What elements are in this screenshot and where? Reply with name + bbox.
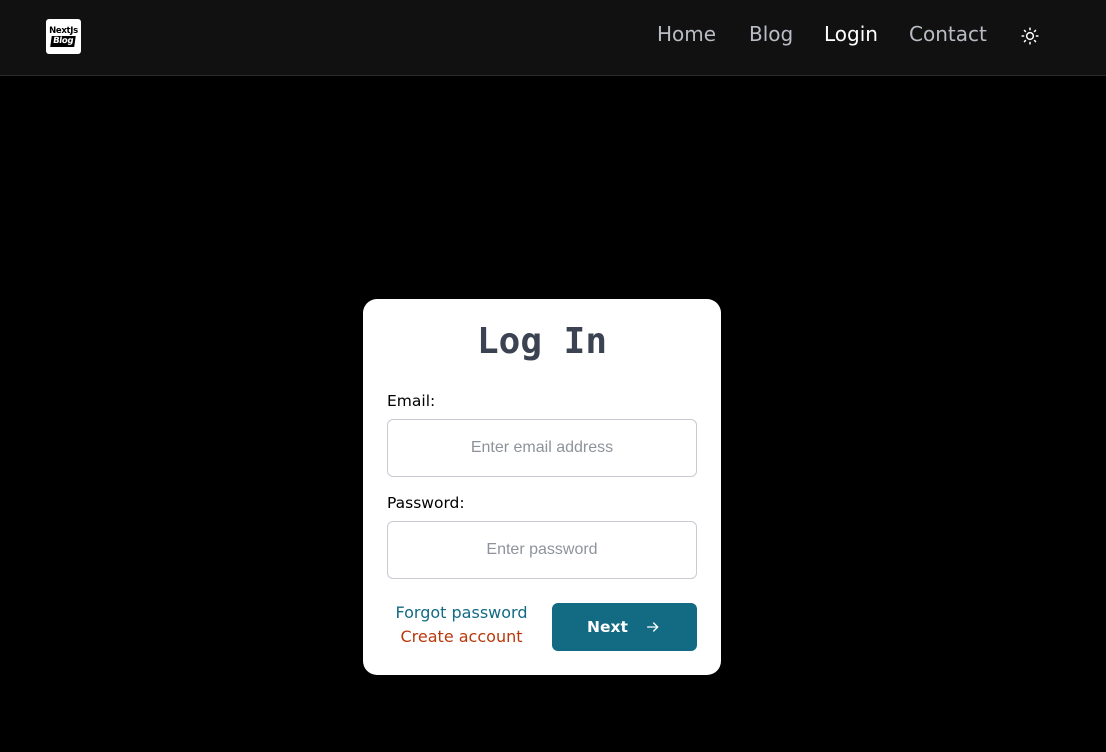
navbar: NextJs Blog Home Blog Login Contact xyxy=(0,0,1106,76)
email-label: Email: xyxy=(387,392,436,410)
nav-link-home[interactable]: Home xyxy=(657,22,716,46)
next-button-label: Next xyxy=(587,618,628,636)
sun-icon xyxy=(1021,27,1039,45)
nav-link-blog[interactable]: Blog xyxy=(749,22,793,46)
logo-text-top: NextJs xyxy=(49,25,78,36)
nav-link-login[interactable]: Login xyxy=(824,22,878,46)
nav-link-contact[interactable]: Contact xyxy=(909,22,987,46)
forgot-password-link[interactable]: Forgot password xyxy=(387,603,536,622)
next-button[interactable]: Next xyxy=(552,603,697,651)
arrow-right-icon xyxy=(644,618,662,636)
password-input[interactable] xyxy=(387,521,697,579)
theme-toggle-button[interactable] xyxy=(1019,25,1041,47)
login-card: Log In Email: Password: Forgot password … xyxy=(363,299,721,675)
password-label: Password: xyxy=(387,494,465,512)
email-input[interactable] xyxy=(387,419,697,477)
site-logo[interactable]: NextJs Blog xyxy=(46,19,81,54)
create-account-link[interactable]: Create account xyxy=(387,627,536,646)
login-title: Log In xyxy=(476,321,608,362)
logo-text-bottom: Blog xyxy=(50,36,77,47)
